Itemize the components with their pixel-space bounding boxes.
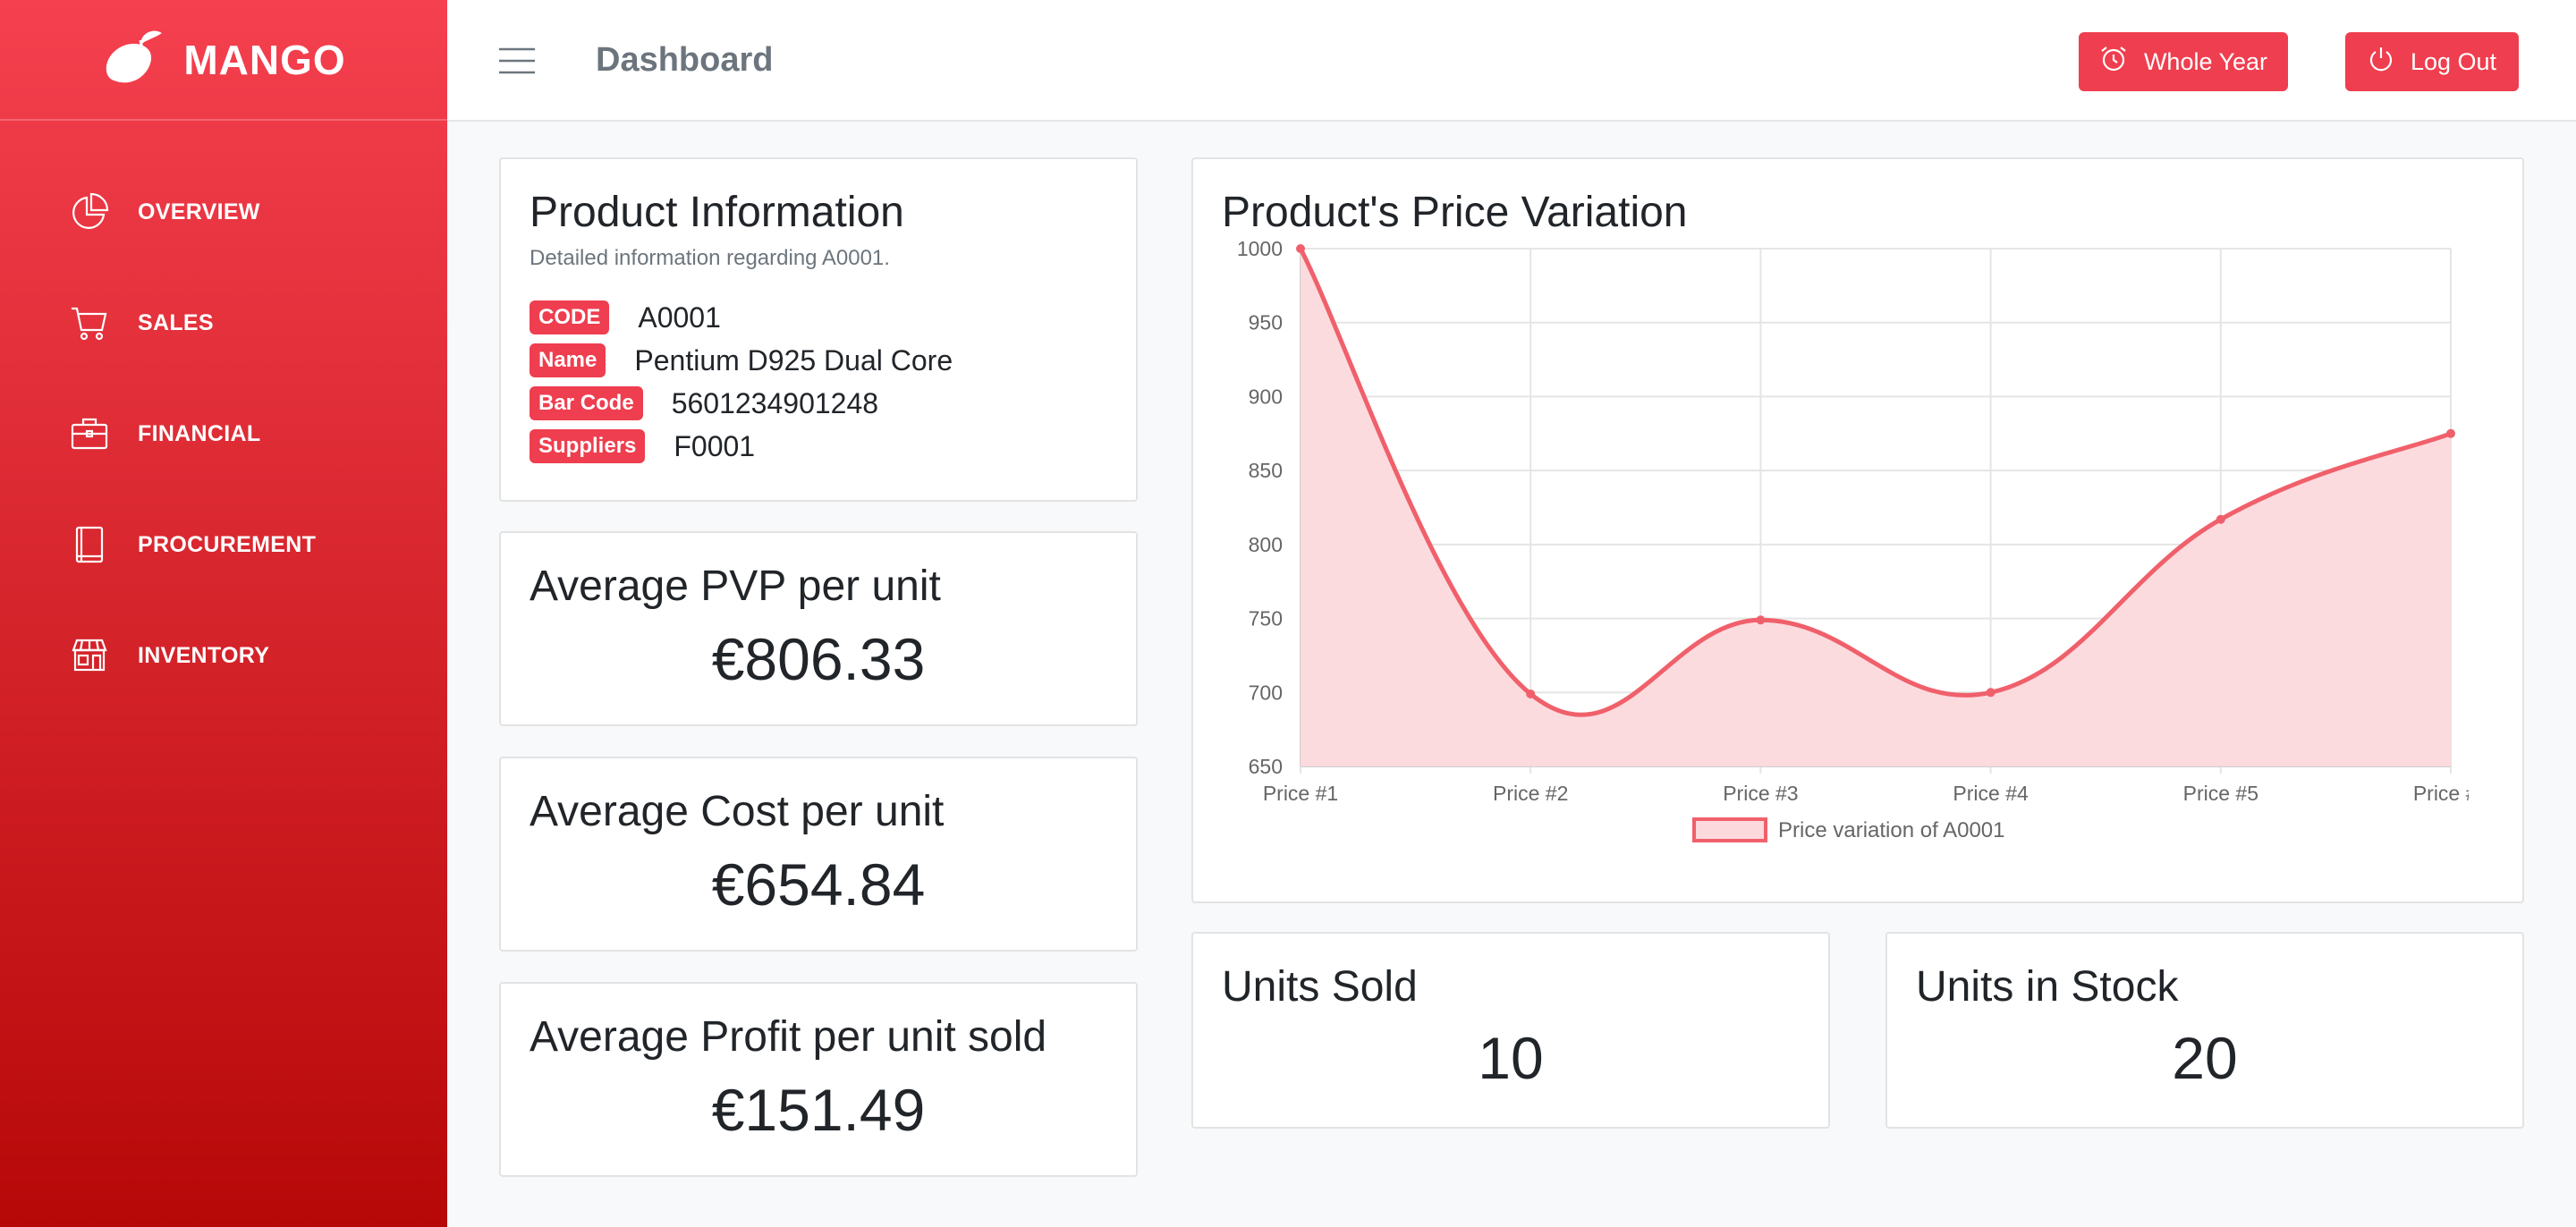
avg-profit-title: Average Profit per unit sold — [530, 1013, 1047, 1061]
brand[interactable]: MANGO — [0, 0, 447, 121]
data-point — [1986, 688, 1996, 698]
data-point — [1296, 244, 1305, 253]
code-value: A0001 — [638, 300, 721, 334]
x-tick-label: Price #4 — [1953, 782, 2029, 805]
series-area-fill — [1301, 249, 2451, 766]
sidebar-item-label: SALES — [138, 309, 214, 335]
store-icon — [70, 636, 109, 675]
price-variation-chart: 650 700 750 800 850 900 950 1000 Price #1 Price #… — [1237, 240, 2469, 842]
avg-profit-value: €151.49 — [711, 1077, 926, 1143]
avg-pvp-title: Average PVP per unit — [530, 563, 941, 610]
legend-swatch — [1692, 817, 1767, 842]
whole-year-label: Whole Year — [2143, 47, 2268, 75]
menu-toggle-icon[interactable] — [499, 47, 535, 74]
price-variation-card: Product's Price Variation 650 700 750 800 85… — [1191, 157, 2524, 903]
pie-chart-icon — [70, 192, 109, 232]
product-info-title: Product Information — [530, 189, 904, 236]
info-row-barcode: Bar Code 5601234901248 — [530, 382, 1107, 425]
units-stock-title: Units in Stock — [1916, 963, 2179, 1011]
y-tick-label: 950 — [1249, 311, 1283, 334]
product-info-card: Product Information Detailed information… — [499, 157, 1138, 502]
x-tick-label: Price #2 — [1493, 782, 1568, 805]
barcode-badge: Bar Code — [530, 386, 643, 420]
sidebar-item-financial[interactable]: FINANCIAL — [0, 378, 447, 489]
cart-icon — [70, 303, 109, 343]
mango-logo-icon — [101, 30, 164, 89]
data-point — [1526, 689, 1536, 698]
y-tick-label: 800 — [1249, 533, 1283, 556]
units-stock-value: 20 — [2172, 1025, 2238, 1091]
sidebar-item-label: PROCUREMENT — [138, 531, 317, 557]
sidebar-item-overview[interactable]: OVERVIEW — [0, 157, 447, 267]
x-tick-label: Price #1 — [1263, 782, 1338, 805]
y-tick-label: 1000 — [1237, 240, 1283, 260]
power-icon — [2368, 46, 2394, 79]
suppliers-badge: Suppliers — [530, 429, 646, 463]
name-value: Pentium D925 Dual Core — [634, 343, 953, 377]
avg-profit-card: Average Profit per unit sold €151.49 — [499, 982, 1138, 1177]
sidebar-item-label: OVERVIEW — [138, 199, 260, 224]
top-bar: Dashboard Whole Year Log Out — [447, 0, 2576, 122]
x-tick-label: Price #5 — [2183, 782, 2258, 805]
info-row-suppliers: Suppliers F0001 — [530, 425, 1107, 468]
barcode-value: 5601234901248 — [671, 386, 879, 419]
briefcase-icon — [70, 414, 109, 453]
sidebar-item-procurement[interactable]: PROCUREMENT — [0, 489, 447, 600]
data-point — [1756, 615, 1766, 625]
data-point — [2216, 514, 2225, 524]
avg-cost-title: Average Cost per unit — [530, 788, 945, 835]
avg-cost-value: €654.84 — [711, 851, 926, 918]
y-tick-label: 750 — [1249, 607, 1283, 630]
avg-pvp-card: Average PVP per unit €806.33 — [499, 531, 1138, 726]
suppliers-value: F0001 — [674, 429, 756, 462]
sidebar-nav: OVERVIEW SALES FINANCIAL PROCUREMENT INV… — [0, 157, 447, 711]
units-sold-title: Units Sold — [1222, 963, 1418, 1011]
avg-pvp-value: €806.33 — [711, 626, 926, 692]
y-tick-label: 700 — [1249, 681, 1283, 704]
avg-cost-card: Average Cost per unit €654.84 — [499, 757, 1138, 952]
chart-title: Product's Price Variation — [1222, 189, 1688, 236]
sidebar-item-sales[interactable]: SALES — [0, 267, 447, 378]
y-tick-label: 900 — [1249, 385, 1283, 408]
logout-button[interactable]: Log Out — [2345, 32, 2519, 91]
code-badge: CODE — [530, 300, 610, 334]
x-tick-label: Price #3 — [1723, 782, 1798, 805]
logout-label: Log Out — [2410, 47, 2497, 75]
x-tick-label: Price #6 — [2413, 782, 2469, 805]
sidebar-item-label: INVENTORY — [138, 642, 270, 668]
y-tick-label: 850 — [1249, 459, 1283, 482]
info-row-name: Name Pentium D925 Dual Core — [530, 339, 1107, 382]
product-info-subtitle: Detailed information regarding A0001. — [530, 246, 890, 270]
page-title: Dashboard — [596, 41, 774, 79]
legend-label: Price variation of A0001 — [1778, 818, 2005, 842]
units-stock-card: Units in Stock 20 — [1885, 932, 2524, 1129]
y-tick-label: 650 — [1249, 755, 1283, 778]
whole-year-button[interactable]: Whole Year — [2079, 32, 2288, 91]
data-point — [2446, 428, 2455, 438]
units-sold-card: Units Sold 10 — [1191, 932, 1830, 1129]
sidebar-item-label: FINANCIAL — [138, 420, 261, 446]
brand-name: MANGO — [183, 36, 346, 83]
sidebar: MANGO OVERVIEW SALES FINANCIAL PROCUREME… — [0, 0, 447, 1227]
alarm-clock-icon — [2099, 45, 2128, 80]
info-row-code: CODE A0001 — [530, 296, 1107, 339]
units-sold-value: 10 — [1478, 1025, 1544, 1091]
book-icon — [70, 525, 109, 564]
name-badge: Name — [530, 343, 606, 377]
sidebar-item-inventory[interactable]: INVENTORY — [0, 600, 447, 711]
